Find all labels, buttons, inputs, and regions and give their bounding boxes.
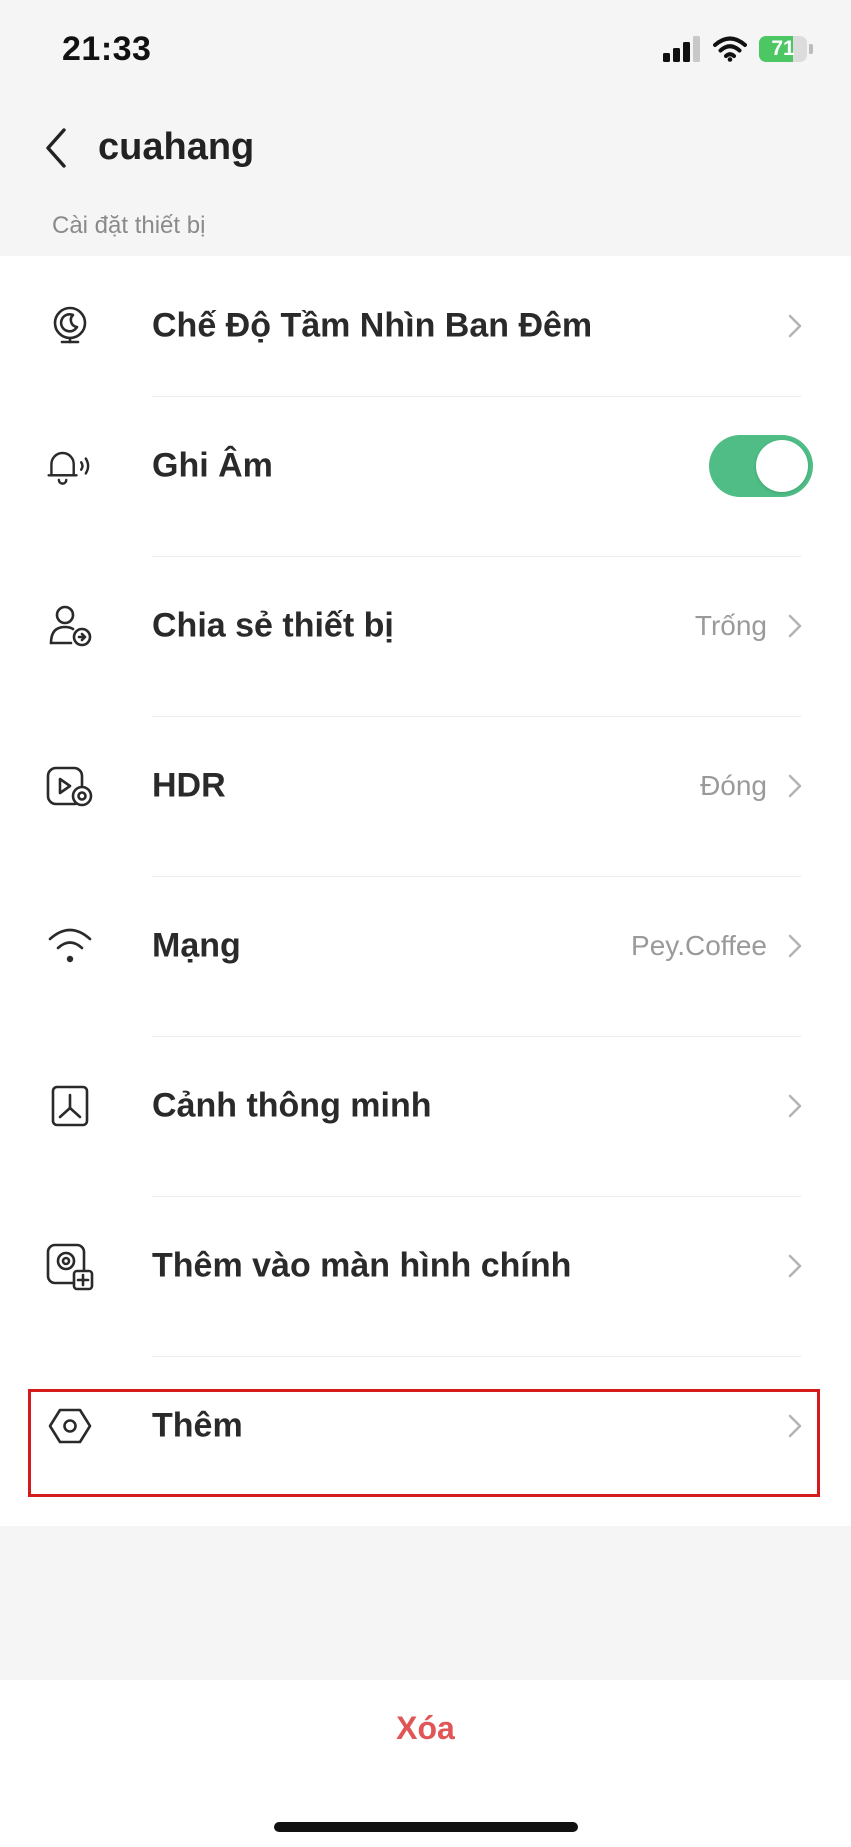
setting-row-more[interactable]: Thêm [0,1356,851,1496]
setting-label: Mạng [152,926,241,965]
wifi-status-icon [713,36,747,62]
chevron-right-icon [788,614,802,638]
delete-button[interactable]: Xóa [0,1710,851,1747]
chevron-right-icon [788,314,802,338]
setting-value: Pey.Coffee [631,930,767,961]
setting-label: Chia sẻ thiết bị [152,606,394,645]
setting-row-network[interactable]: Mạng Pey.Coffee [0,876,851,1016]
toggle-knob [756,440,808,492]
add-to-home-icon [44,1240,96,1292]
night-vision-icon [44,300,96,352]
setting-row-add-to-home[interactable]: Thêm vào màn hình chính [0,1196,851,1336]
hdr-icon [44,760,96,812]
status-indicators: 71 [663,36,813,62]
audio-recording-toggle[interactable] [709,435,813,497]
more-settings-icon [44,1400,96,1452]
setting-label: Chế Độ Tầm Nhìn Ban Đêm [152,306,593,345]
chevron-right-icon [788,934,802,958]
setting-row-hdr[interactable]: HDR Đóng [0,716,851,856]
settings-list: Chế Độ Tầm Nhìn Ban Đêm Ghi Âm Chia sẻ t… [0,256,851,1526]
setting-label: Ghi Âm [152,446,273,485]
page-title: cuahang [98,126,255,168]
wifi-icon [44,920,96,972]
delete-bar: Xóa [0,1680,851,1847]
setting-label: Thêm vào màn hình chính [152,1246,572,1285]
setting-row-night-vision[interactable]: Chế Độ Tầm Nhìn Ban Đêm [0,256,851,396]
setting-label: Thêm [152,1406,243,1445]
chevron-right-icon [788,774,802,798]
setting-label: HDR [152,766,226,805]
device-settings-screen: 21:33 71 cuahang Cài đặt thiết bị Chế Độ… [0,0,851,1847]
status-bar: 21:33 71 [0,0,851,100]
chevron-left-icon [46,128,66,168]
nav-header: cuahang [0,100,851,196]
chevron-right-icon [788,1414,802,1438]
home-indicator [274,1822,578,1832]
share-device-icon [44,600,96,652]
setting-label: Cảnh thông minh [152,1086,432,1125]
chevron-right-icon [788,1254,802,1278]
setting-row-share-device[interactable]: Chia sẻ thiết bị Trống [0,556,851,696]
setting-value: Trống [694,610,767,641]
battery-tip [809,44,813,54]
section-label: Cài đặt thiết bị [52,212,206,239]
setting-value: Đóng [700,770,767,801]
setting-row-audio-recording[interactable]: Ghi Âm [0,396,851,536]
back-button[interactable] [28,116,84,180]
audio-recording-icon [44,440,96,492]
cellular-signal-icon [663,36,700,62]
setting-row-smart-scene[interactable]: Cảnh thông minh [0,1036,851,1176]
chevron-right-icon [788,1094,802,1118]
battery-percent: 71 [771,37,795,60]
battery-indicator: 71 [759,36,807,62]
smart-scene-icon [44,1080,96,1132]
status-time: 21:33 [62,30,152,68]
